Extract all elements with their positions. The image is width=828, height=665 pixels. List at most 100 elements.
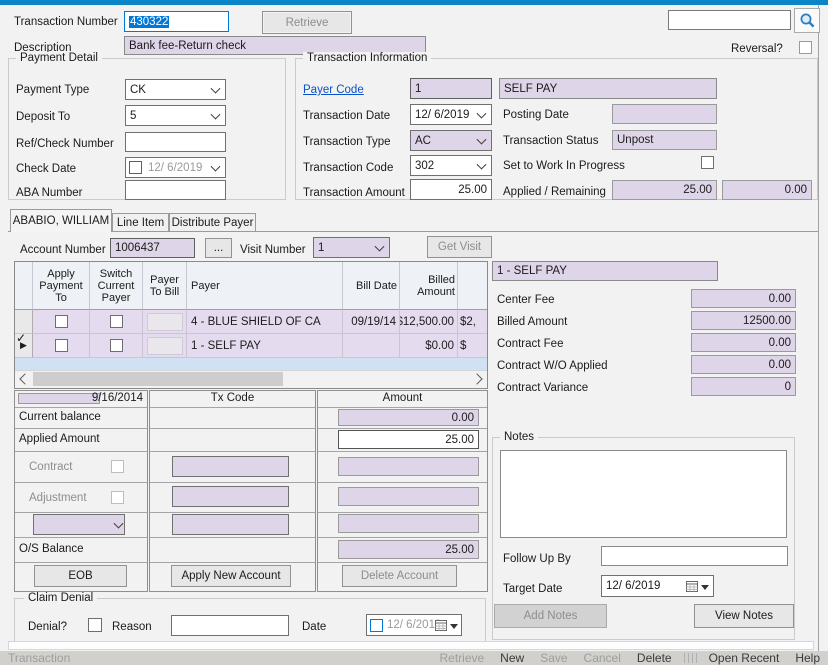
calendar-icon: [686, 581, 698, 593]
extra-tx-combo[interactable]: [172, 514, 289, 535]
target-date-picker[interactable]: 12/ 6/2019: [601, 575, 714, 597]
aba-number-label: ABA Number: [16, 186, 82, 200]
scroll-right-icon[interactable]: [471, 373, 482, 384]
payer-row-0[interactable]: 4 - BLUE SHIELD OF CA 09/19/14 $12,500.0…: [15, 310, 487, 334]
tab-line-item[interactable]: Line Item: [112, 213, 169, 232]
billed-amount-cell[interactable]: $0.00: [400, 334, 458, 358]
adjustment-tx-combo[interactable]: [172, 486, 289, 507]
current-balance-field: 0.00: [338, 409, 479, 426]
apply-cell[interactable]: [33, 310, 90, 334]
denial-date-checkbox[interactable]: [370, 619, 383, 632]
apply-checkbox[interactable]: [55, 339, 68, 352]
applied-amount-input[interactable]: 25.00: [338, 430, 479, 449]
col-apply-header[interactable]: Apply Payment To: [33, 262, 90, 310]
ref-check-number-input[interactable]: [125, 132, 226, 152]
delete-account-button[interactable]: Delete Account: [342, 565, 457, 587]
search-button[interactable]: [794, 8, 820, 33]
aba-number-input[interactable]: [125, 180, 226, 200]
status-save[interactable]: Save: [540, 651, 567, 665]
switch-cell[interactable]: [90, 310, 143, 334]
scrollbar-thumb[interactable]: [33, 372, 283, 386]
add-notes-button[interactable]: Add Notes: [494, 604, 607, 628]
status-left-text: Transaction: [8, 651, 70, 665]
eob-button[interactable]: EOB: [34, 565, 127, 587]
contract-amount-field[interactable]: [338, 457, 479, 476]
status-retrieve[interactable]: Retrieve: [439, 651, 484, 665]
follow-up-by-input[interactable]: [601, 546, 788, 566]
status-open-recent[interactable]: Open Recent: [709, 651, 780, 665]
col-payer-header[interactable]: Payer: [187, 262, 343, 310]
check-date-picker[interactable]: 12/ 6/2019: [125, 157, 226, 178]
col-payer-to-bill-header[interactable]: Payer To Bill: [143, 262, 187, 310]
payer-cell[interactable]: 4 - BLUE SHIELD OF CA: [187, 310, 343, 334]
retrieve-button[interactable]: Retrieve: [262, 11, 352, 34]
billed-amount-cell[interactable]: $12,500.00: [400, 310, 458, 334]
denial-checkbox[interactable]: [88, 618, 102, 632]
deposit-to-combo[interactable]: 5: [125, 105, 226, 126]
switch-checkbox[interactable]: [110, 315, 123, 328]
contract-label: Contract: [29, 460, 72, 474]
account-browse-button[interactable]: ...: [205, 238, 232, 258]
clipped-cell[interactable]: $: [458, 334, 487, 358]
account-number-field[interactable]: 1006437: [110, 238, 195, 258]
clipped-cell[interactable]: $2,: [458, 310, 487, 334]
bill-date-cell[interactable]: 09/19/14: [343, 310, 400, 334]
tab-distribute-payer[interactable]: Distribute Payer: [169, 213, 256, 232]
transaction-date-picker[interactable]: 12/ 6/2019: [410, 104, 492, 125]
contract-tx-combo[interactable]: [172, 456, 289, 477]
reversal-checkbox[interactable]: [799, 41, 812, 54]
adjustment-amount-field[interactable]: [338, 487, 479, 506]
amount-table-col-left: 9/16/2014 Current balance Applied Amount…: [14, 390, 148, 592]
horizontal-scrollbar[interactable]: [15, 370, 487, 388]
contract-variance-label: Contract Variance: [497, 381, 588, 395]
adjustment-checkbox[interactable]: [111, 491, 124, 504]
col-bill-date-header[interactable]: Bill Date: [343, 262, 400, 310]
get-visit-button[interactable]: Get Visit: [427, 236, 492, 258]
extra-row-combo[interactable]: [33, 514, 125, 535]
payment-detail-title: Payment Detail: [16, 52, 102, 65]
denial-date-picker[interactable]: 12/ 6/2019: [366, 614, 462, 636]
visit-number-combo[interactable]: 1: [313, 237, 390, 258]
status-new[interactable]: New: [500, 651, 524, 665]
switch-checkbox[interactable]: [110, 339, 123, 352]
payer-code-field[interactable]: 1: [410, 78, 492, 99]
payer-code-link[interactable]: Payer Code: [303, 83, 364, 97]
payer-to-bill-cell[interactable]: [143, 310, 187, 334]
claim-denial-title: Claim Denial: [24, 592, 97, 605]
status-help[interactable]: Help: [795, 651, 820, 665]
search-input[interactable]: [668, 10, 791, 30]
apply-checkbox[interactable]: [55, 315, 68, 328]
payer-cell[interactable]: 1 - SELF PAY: [187, 334, 343, 358]
view-notes-button[interactable]: View Notes: [694, 604, 794, 628]
col-switch-header[interactable]: Switch Current Payer: [90, 262, 143, 310]
applied-field: 25.00: [612, 180, 717, 200]
check-date-checkbox[interactable]: [129, 161, 142, 174]
calendar-icon: [435, 620, 447, 632]
center-fee-field: 0.00: [691, 289, 796, 308]
extra-amount-field[interactable]: [338, 514, 479, 533]
contract-checkbox[interactable]: [111, 460, 124, 473]
payment-type-combo[interactable]: CK: [125, 79, 226, 100]
tab-patient[interactable]: ABABIO, WILLIAM: [10, 209, 112, 232]
bill-date-cell[interactable]: [343, 334, 400, 358]
transaction-amount-input[interactable]: 25.00: [410, 179, 492, 200]
transaction-type-combo[interactable]: AC: [410, 130, 492, 151]
wip-checkbox[interactable]: [701, 156, 714, 169]
payer-name-field: SELF PAY: [499, 78, 717, 99]
col-clipped-header: [458, 262, 487, 310]
switch-cell[interactable]: [90, 334, 143, 358]
col-billed-amount-header[interactable]: Billed Amount: [400, 262, 458, 310]
transaction-code-combo[interactable]: 302: [410, 155, 492, 176]
payer-row-1[interactable]: ▶ 1 - SELF PAY $0.00 $: [15, 334, 487, 358]
applied-amount-label: Applied Amount: [19, 433, 100, 445]
apply-cell[interactable]: [33, 334, 90, 358]
chevron-down-icon: [477, 159, 487, 169]
reason-combo[interactable]: [171, 615, 289, 636]
payer-to-bill-cell[interactable]: [143, 334, 187, 358]
apply-new-account-button[interactable]: Apply New Account: [171, 565, 291, 587]
transaction-number-input[interactable]: 430322: [124, 11, 229, 32]
status-delete[interactable]: Delete: [637, 651, 672, 665]
status-cancel[interactable]: Cancel: [584, 651, 621, 665]
scroll-left-icon[interactable]: [19, 373, 30, 384]
notes-textarea[interactable]: [500, 450, 787, 538]
